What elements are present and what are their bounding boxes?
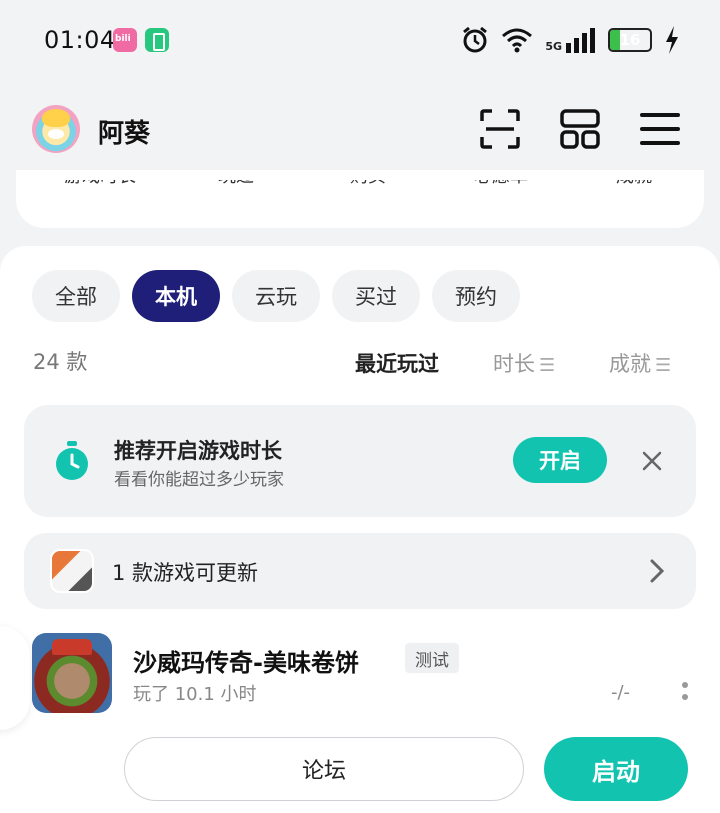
game-title[interactable]: 沙威玛传奇-美味卷饼 (133, 643, 359, 678)
sort-icon: ☰ (539, 355, 556, 376)
charging-icon (666, 26, 678, 54)
bilibili-app-icon (113, 28, 137, 52)
profile-header: 阿葵 (0, 95, 720, 167)
tab-reserved[interactable]: 预约 (432, 270, 520, 322)
sort-achievements[interactable]: 成就 ☰ (609, 348, 671, 378)
update-row[interactable]: 1 款游戏可更新 (24, 533, 696, 609)
enable-playtime-button[interactable]: 开启 (513, 437, 607, 483)
username[interactable]: 阿葵 (98, 113, 150, 150)
game-icon[interactable] (32, 633, 112, 713)
update-text: 1 款游戏可更新 (112, 561, 259, 585)
filter-tabs: 全部 本机 云玩 买过 预约 (32, 270, 520, 322)
avatar[interactable] (32, 105, 80, 153)
game-playtime: 玩了 10.1 小时 (133, 684, 257, 705)
scan-icon[interactable] (478, 107, 522, 151)
chevron-right-icon (650, 559, 665, 583)
tab-local[interactable]: 本机 (132, 270, 220, 322)
games-panel: 全部 本机 云玩 买过 预约 24 款 最近玩过 时长 ☰ 成就 ☰ 推荐开启游戏时… (0, 246, 720, 813)
stat-wishlist[interactable]: 心愿单 (474, 180, 528, 194)
status-icons: 5G 16 (461, 24, 680, 56)
stat-playtime[interactable]: 游戏时长 (64, 180, 136, 194)
update-game-thumbnail (50, 549, 94, 593)
stat-achievements[interactable]: 成就 (616, 180, 652, 194)
sort-playtime[interactable]: 时长 ☰ (493, 348, 555, 378)
signal-icon (566, 28, 595, 53)
grid-icon[interactable] (558, 107, 602, 151)
more-options-icon[interactable] (680, 682, 690, 704)
status-time: 01:04 (44, 26, 116, 54)
alarm-icon (463, 26, 488, 53)
stat-purchased[interactable]: 购买 (350, 180, 386, 194)
game-value: -/- (611, 682, 631, 703)
stats-card: 游戏时长 玩过 购买 心愿单 成就 (16, 170, 704, 228)
tab-cloud[interactable]: 云玩 (232, 270, 320, 322)
stat-played[interactable]: 玩过 (218, 180, 254, 194)
sort-icon: ☰ (655, 355, 672, 376)
close-icon[interactable] (636, 445, 668, 477)
menu-icon[interactable] (638, 107, 682, 151)
network-type: 5G (545, 40, 562, 53)
battery-icon: 16 (608, 28, 652, 52)
battery-app-icon (145, 28, 169, 52)
recommend-card: 推荐开启游戏时长 看看你能超过多少玩家 开启 (24, 405, 696, 517)
recommend-subtitle: 看看你能超过多少玩家 (114, 470, 284, 490)
recommend-title: 推荐开启游戏时长 (114, 439, 282, 463)
tab-bought[interactable]: 买过 (332, 270, 420, 322)
status-bar: 01:04 5G 16 (0, 0, 720, 84)
timer-icon (56, 441, 88, 480)
tab-all[interactable]: 全部 (32, 270, 120, 322)
side-float-tab[interactable] (0, 626, 30, 730)
start-game-button[interactable]: 启动 (544, 737, 688, 801)
forum-button[interactable]: 论坛 (124, 737, 524, 801)
wifi-icon (502, 28, 533, 53)
game-tag: 测试 (405, 643, 459, 673)
battery-level: 16 (619, 31, 641, 49)
game-count: 24 款 (33, 350, 88, 374)
sort-recent[interactable]: 最近玩过 (355, 348, 439, 378)
